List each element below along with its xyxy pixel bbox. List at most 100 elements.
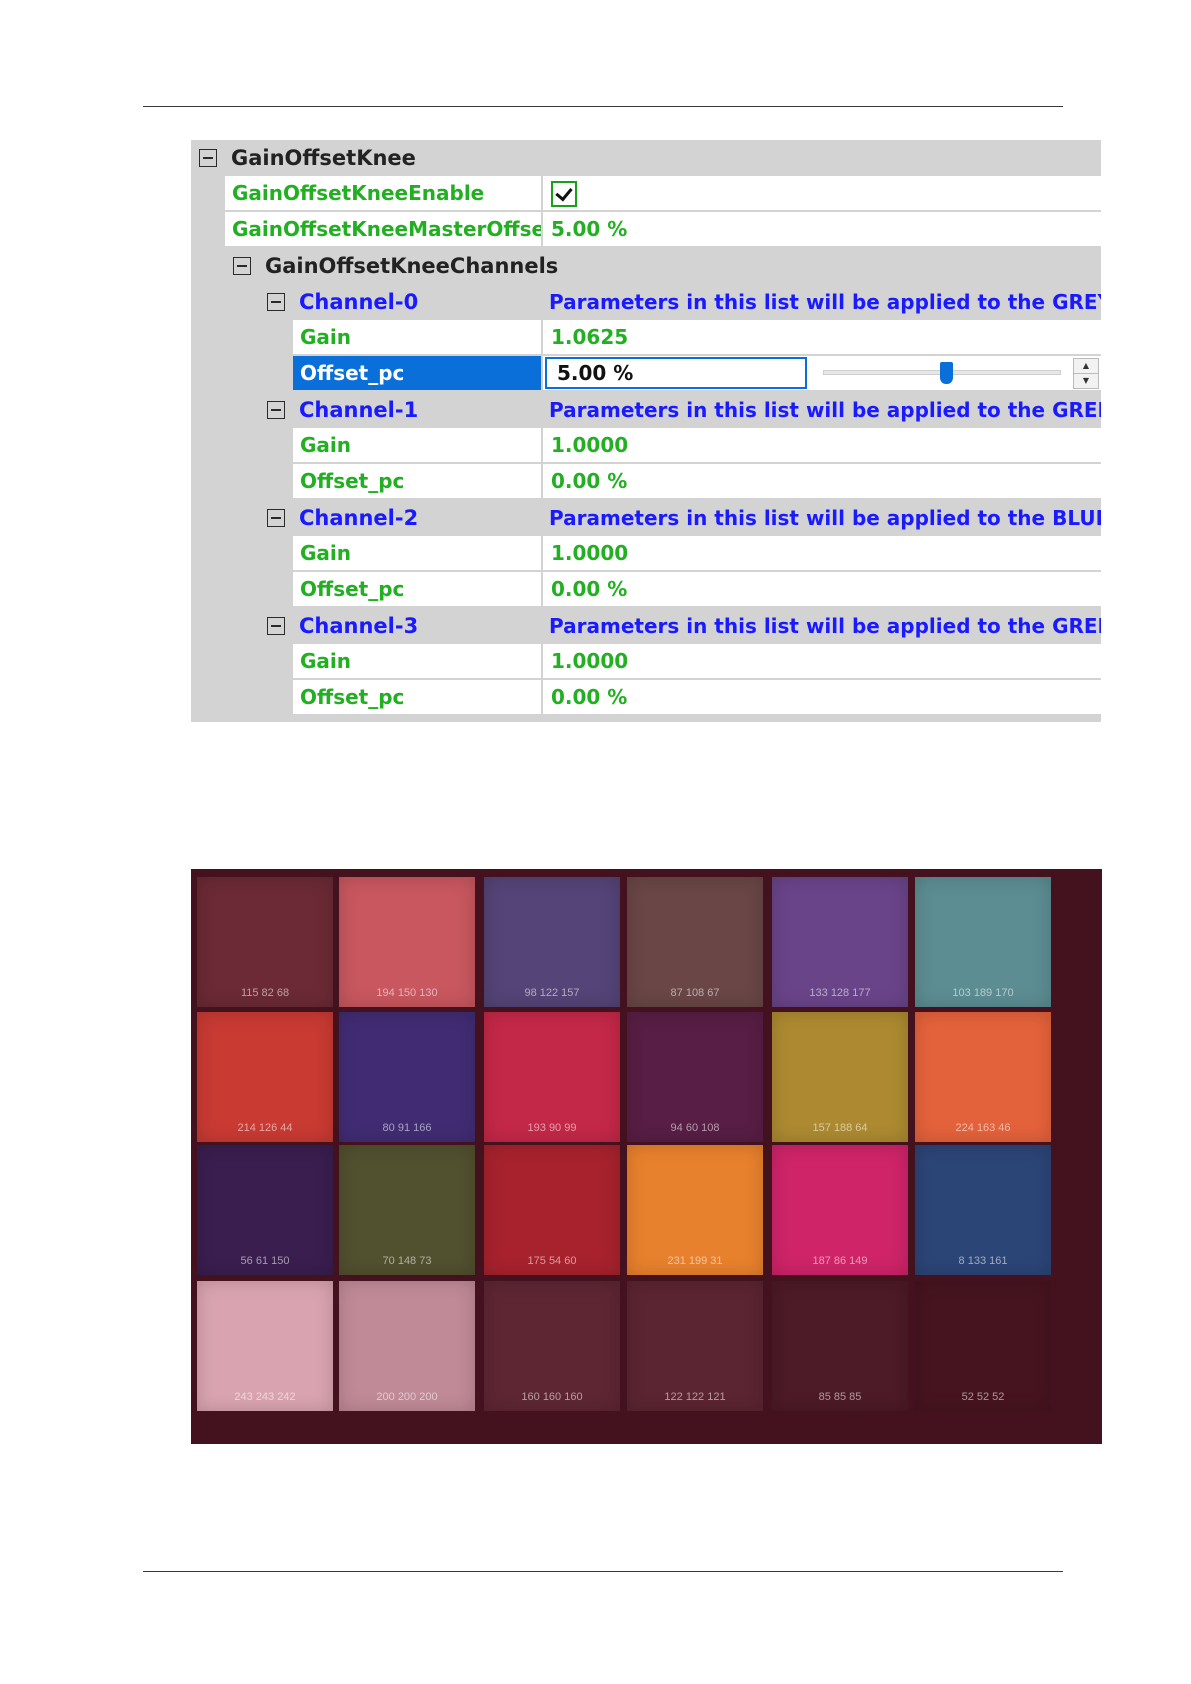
property-value-cell[interactable]: 1.0000: [541, 428, 1101, 463]
color-patch: 70 148 73: [339, 1145, 475, 1275]
property-value-cell[interactable]: 1.0625: [541, 320, 1101, 355]
property-name-cell-selected[interactable]: Offset_pc: [293, 356, 541, 391]
property-name-cell[interactable]: GainOffsetKneeMasterOffset_: [225, 212, 541, 247]
property-name-cell[interactable]: Gain: [293, 536, 541, 571]
property-row-offset-selected: Offset_pc 5.00 % ▲ ▼: [191, 356, 1101, 392]
property-value: 0.00 %: [551, 469, 628, 493]
property-value-cell[interactable]: 0.00 %: [541, 572, 1101, 607]
color-patch: 200 200 200: [339, 1281, 475, 1411]
patch-rgb-label: 193 90 99: [527, 1122, 577, 1134]
channel-description: Parameters in this list will be applied …: [549, 506, 1101, 530]
color-patch: 160 160 160: [484, 1281, 620, 1411]
category-label: GainOffsetKnee: [231, 146, 416, 170]
color-patch: 214 126 44: [197, 1012, 333, 1142]
color-checker-photo: 115 82 68 194 150 130 98 122 157 87 108 67 1…: [191, 869, 1102, 1444]
property-name-cell[interactable]: Gain: [293, 644, 541, 679]
property-value-cell[interactable]: 1.0000: [541, 536, 1101, 571]
channel-description: Parameters in this list will be applied …: [549, 614, 1101, 638]
patch-rgb-label: 94 60 108: [670, 1122, 720, 1134]
color-patch: 187 86 149: [772, 1145, 908, 1275]
property-row-offset: Offset_pc 0.00 %: [191, 680, 1101, 716]
property-name: Offset_pc: [300, 685, 405, 709]
property-name: Gain: [300, 433, 352, 457]
property-value-cell[interactable]: 1.0000: [541, 644, 1101, 679]
patch-rgb-label: 231 199 31: [667, 1255, 723, 1267]
property-value: 1.0000: [551, 541, 629, 565]
channel-header: Channel-3 Parameters in this list will b…: [191, 608, 1101, 644]
color-patch: 224 163 46: [915, 1012, 1051, 1142]
color-patch: 243 243 242: [197, 1281, 333, 1411]
property-name: GainOffsetKneeMasterOffset_: [232, 217, 541, 241]
patch-rgb-label: 224 163 46: [955, 1122, 1011, 1134]
color-patch: 98 122 157: [484, 877, 620, 1007]
property-grid: GainOffsetKnee GainOffsetKneeEnable Gain…: [191, 140, 1101, 722]
patch-rgb-label: 187 86 149: [812, 1255, 868, 1267]
color-patch: 8 133 161: [915, 1145, 1051, 1275]
property-name: Gain: [300, 325, 352, 349]
property-value: 5.00 %: [551, 217, 628, 241]
header-rule: [143, 106, 1063, 107]
patch-rgb-label: 85 85 85: [818, 1391, 862, 1403]
collapse-icon[interactable]: [267, 401, 285, 419]
property-name: Offset_pc: [300, 469, 405, 493]
color-patch: 80 91 166: [339, 1012, 475, 1142]
color-patch: 193 90 99: [484, 1012, 620, 1142]
property-row-offset: Offset_pc 0.00 %: [191, 572, 1101, 608]
patch-rgb-label: 122 122 121: [664, 1391, 726, 1403]
category-gainoffsetkneechannels: GainOffsetKneeChannels: [191, 248, 1101, 284]
property-value-cell: 5.00 % ▲ ▼: [541, 356, 1101, 391]
color-patch: 85 85 85: [772, 1281, 908, 1411]
property-name-cell[interactable]: Offset_pc: [293, 680, 541, 715]
property-name: Gain: [300, 649, 352, 673]
property-name: Offset_pc: [300, 577, 405, 601]
patch-rgb-label: 133 128 177: [809, 987, 871, 999]
offset-edit-input[interactable]: 5.00 %: [545, 357, 807, 389]
property-row-master-offset: GainOffsetKneeMasterOffset_ 5.00 %: [191, 212, 1101, 248]
property-name-cell[interactable]: Offset_pc: [293, 464, 541, 499]
checkmark-icon: [555, 183, 573, 202]
property-row-gain: Gain 1.0000: [191, 536, 1101, 572]
spin-down-icon[interactable]: ▼: [1074, 374, 1098, 388]
property-row-gain: Gain 1.0000: [191, 428, 1101, 464]
property-name-cell[interactable]: Offset_pc: [293, 572, 541, 607]
collapse-icon[interactable]: [199, 149, 217, 167]
channel-label: Channel-2: [299, 506, 419, 530]
property-name-cell[interactable]: Gain: [293, 428, 541, 463]
patch-rgb-label: 70 148 73: [382, 1255, 432, 1267]
patch-rgb-label: 8 133 161: [958, 1255, 1008, 1267]
collapse-icon[interactable]: [267, 509, 285, 527]
category-gainoffsetknee: GainOffsetKnee: [191, 140, 1101, 176]
color-patch: 115 82 68: [197, 877, 333, 1007]
property-value-cell[interactable]: 5.00 %: [541, 212, 1101, 247]
property-row-gain: Gain 1.0000: [191, 644, 1101, 680]
property-row-gain: Gain 1.0625: [191, 320, 1101, 356]
color-patch: 133 128 177: [772, 877, 908, 1007]
footer-rule: [143, 1571, 1063, 1572]
collapse-icon[interactable]: [267, 293, 285, 311]
collapse-icon[interactable]: [233, 257, 251, 275]
channel-label: Channel-1: [299, 398, 419, 422]
patch-rgb-label: 56 61 150: [240, 1255, 290, 1267]
patch-rgb-label: 200 200 200: [376, 1391, 438, 1403]
patch-rgb-label: 87 108 67: [670, 987, 720, 999]
category-label: GainOffsetKneeChannels: [265, 254, 559, 278]
property-value: 0.00 %: [551, 685, 628, 709]
spin-up-icon[interactable]: ▲: [1074, 359, 1098, 374]
offset-slider-thumb[interactable]: [940, 362, 953, 384]
property-name-cell[interactable]: Gain: [293, 320, 541, 355]
patch-rgb-label: 243 243 242: [234, 1391, 296, 1403]
edit-input-text: 5.00 %: [557, 361, 634, 385]
property-name-cell[interactable]: GainOffsetKneeEnable: [225, 176, 541, 211]
property-row-enable: GainOffsetKneeEnable: [191, 176, 1101, 212]
color-patch: 157 188 64: [772, 1012, 908, 1142]
property-value-cell[interactable]: 0.00 %: [541, 680, 1101, 715]
patch-rgb-label: 98 122 157: [524, 987, 580, 999]
offset-spin-buttons: ▲ ▼: [1073, 358, 1099, 389]
property-name: Offset_pc: [300, 361, 405, 385]
collapse-icon[interactable]: [267, 617, 285, 635]
patch-rgb-label: 103 189 170: [952, 987, 1014, 999]
property-value-cell[interactable]: 0.00 %: [541, 464, 1101, 499]
enable-checkbox[interactable]: [551, 181, 577, 207]
property-value-cell: [541, 176, 1101, 211]
color-patch: 52 52 52: [915, 1281, 1051, 1411]
